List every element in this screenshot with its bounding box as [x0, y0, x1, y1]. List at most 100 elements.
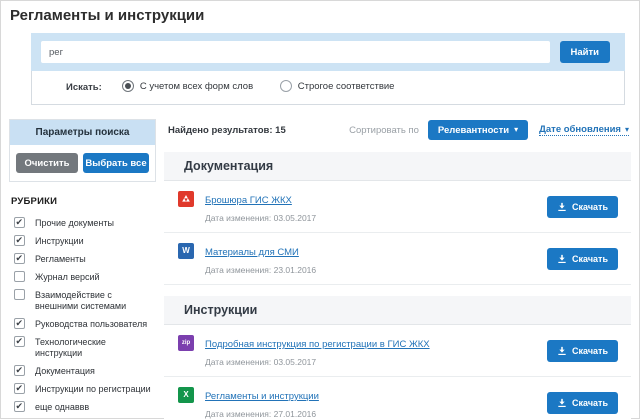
filter-checkbox[interactable] — [14, 401, 25, 412]
section-title: Инструкции — [164, 296, 631, 325]
document-link[interactable]: Регламенты и инструкции — [205, 391, 319, 402]
filter-checkbox-label: Журнал версий — [35, 272, 100, 282]
search-scope-label: Искать: — [66, 82, 102, 93]
filter-checkbox[interactable] — [14, 235, 25, 246]
filter-checkbox-label: Инструкции по регистрации — [35, 384, 151, 394]
section-rows: zip Подробная инструкция по регистрации … — [164, 325, 631, 419]
download-button[interactable]: Скачать — [547, 391, 618, 414]
filter-checkbox-item[interactable]: Взаимодействие с внешними системами — [9, 286, 156, 315]
filter-group: РУБРИКИ Прочие документы Инструкции Регл… — [9, 196, 156, 416]
content-columns: Параметры поиска Очистить Выбрать все РУ… — [1, 119, 639, 419]
file-type-glyph: W — [182, 246, 190, 255]
search-mode-radio[interactable] — [279, 80, 292, 92]
zip-file-icon: zip — [178, 335, 194, 351]
search-mode-option[interactable]: Строгое соответствие — [279, 80, 395, 92]
filter-checkbox-item[interactable]: Документация — [9, 362, 156, 380]
document-date: Дата изменения: 23.01.2016 — [205, 265, 317, 275]
document-link[interactable]: Материалы для СМИ — [205, 247, 299, 258]
search-modes-list: С учетом всех форм слов Строгое соответс… — [121, 80, 419, 95]
filter-checkbox-item[interactable]: Технологические инструкции — [9, 333, 156, 362]
pdf-glyph — [182, 195, 190, 202]
result-sections: Документация Брошюра ГИС ЖКХ Дата измене… — [164, 152, 631, 419]
clear-filters-button[interactable]: Очистить — [16, 153, 78, 173]
sort-date-label: Дате обновления — [539, 124, 621, 135]
search-results: Найдено результатов: 15 Сортировать по Р… — [164, 119, 631, 419]
result-row: X Регламенты и инструкции Дата изменения… — [164, 377, 631, 419]
download-button[interactable]: Скачать — [547, 195, 618, 218]
filter-checkbox[interactable] — [14, 289, 25, 300]
filter-checkbox-item[interactable]: Журнал версий — [9, 268, 156, 286]
filter-checkbox-item[interactable]: Инструкции по регистрации — [9, 380, 156, 398]
download-button-label: Скачать — [572, 201, 608, 212]
filter-checkbox-label: еще однаввв — [35, 402, 90, 412]
download-button[interactable]: Скачать — [547, 339, 618, 362]
filter-checkbox-item[interactable]: Руководства пользователя — [9, 315, 156, 333]
filter-checkbox[interactable] — [14, 383, 25, 394]
filter-checkbox-label: Документация — [35, 366, 95, 376]
pdf-file-icon — [178, 191, 194, 207]
search-mode-label: С учетом всех форм слов — [139, 80, 254, 92]
excel-file-icon: X — [178, 387, 194, 403]
result-section: Документация Брошюра ГИС ЖКХ Дата измене… — [164, 152, 631, 285]
sort-relevance-button[interactable]: Релевантности ▾ — [427, 120, 529, 140]
filter-checkbox[interactable] — [14, 336, 25, 347]
search-mode-label: Строгое соответствие — [297, 80, 395, 92]
word-file-icon: W — [178, 243, 194, 259]
result-section: Инструкции zip Подробная инструкция по р… — [164, 296, 631, 419]
search-mode-radio[interactable] — [121, 80, 134, 92]
file-type-glyph: zip — [181, 340, 191, 346]
filter-checkbox-label: Взаимодействие с внешними системами — [35, 290, 127, 311]
sidebar-title: Параметры поиска — [10, 120, 155, 145]
download-icon — [558, 202, 566, 211]
filter-checkbox-label: Инструкции — [35, 236, 84, 246]
download-icon — [558, 398, 566, 407]
filter-checkbox-item[interactable]: Инструкции — [9, 232, 156, 250]
search-bar: Найти — [31, 33, 625, 71]
search-parameters-sidebar: Параметры поиска Очистить Выбрать все РУ… — [9, 119, 156, 419]
filter-checkbox-item[interactable]: Прочие документы — [9, 214, 156, 232]
result-row: Брошюра ГИС ЖКХ Дата изменения: 03.05.20… — [164, 181, 631, 233]
file-type-glyph: X — [183, 390, 189, 399]
filter-checkbox-label: Прочие документы — [35, 218, 114, 228]
sidebar-groups: РУБРИКИ Прочие документы Инструкции Регл… — [9, 196, 156, 419]
document-link[interactable]: Подробная инструкция по регистрации в ГИ… — [205, 339, 430, 350]
filter-checkbox-label: Руководства пользователя — [35, 319, 148, 329]
filter-checkbox[interactable] — [14, 253, 25, 264]
filter-group-items: Прочие документы Инструкции Регламенты Ж… — [9, 214, 156, 416]
filter-checkbox-label: Регламенты — [35, 254, 86, 264]
filter-checkbox[interactable] — [14, 271, 25, 282]
filter-checkbox[interactable] — [14, 217, 25, 228]
document-date: Дата изменения: 03.05.2017 — [205, 213, 317, 223]
download-icon — [558, 346, 566, 355]
download-icon — [558, 254, 566, 263]
section-title: Документация — [164, 152, 631, 181]
result-row: W Материалы для СМИ Дата изменения: 23.0… — [164, 233, 631, 285]
search-panel: Найти Искать: С учетом всех форм слов Ст… — [31, 33, 625, 105]
chevron-down-icon: ▾ — [624, 124, 629, 134]
sort-relevance-label: Релевантности — [437, 124, 510, 136]
document-date: Дата изменения: 27.01.2016 — [205, 409, 317, 419]
filter-checkbox-label: Технологические инструкции — [35, 337, 106, 358]
sort-by-label: Сортировать по — [349, 124, 419, 136]
filter-checkbox[interactable] — [14, 365, 25, 376]
filter-checkbox-item[interactable]: еще однаввв — [9, 398, 156, 416]
download-button-label: Скачать — [572, 345, 608, 356]
sort-date-link[interactable]: Дате обновления ▾ — [539, 124, 629, 136]
search-mode-row: Искать: С учетом всех форм слов Строгое … — [31, 71, 625, 105]
filter-checkbox-item[interactable]: Регламенты — [9, 250, 156, 268]
section-rows: Брошюра ГИС ЖКХ Дата изменения: 03.05.20… — [164, 181, 631, 285]
filter-checkbox[interactable] — [14, 318, 25, 329]
search-button[interactable]: Найти — [559, 41, 610, 63]
select-all-button[interactable]: Выбрать все — [83, 153, 149, 173]
chevron-down-icon: ▾ — [514, 125, 519, 134]
download-button-label: Скачать — [572, 397, 608, 408]
search-mode-option[interactable]: С учетом всех форм слов — [121, 80, 254, 92]
download-button-label: Скачать — [572, 253, 608, 264]
filter-group-heading: РУБРИКИ — [11, 196, 58, 207]
results-count: Найдено результатов: 15 — [168, 124, 286, 136]
search-input[interactable] — [41, 41, 550, 63]
document-date: Дата изменения: 03.05.2017 — [205, 357, 317, 367]
download-button[interactable]: Скачать — [547, 247, 618, 270]
document-link[interactable]: Брошюра ГИС ЖКХ — [205, 195, 292, 206]
page-title: Регламенты и инструкции — [10, 7, 205, 24]
